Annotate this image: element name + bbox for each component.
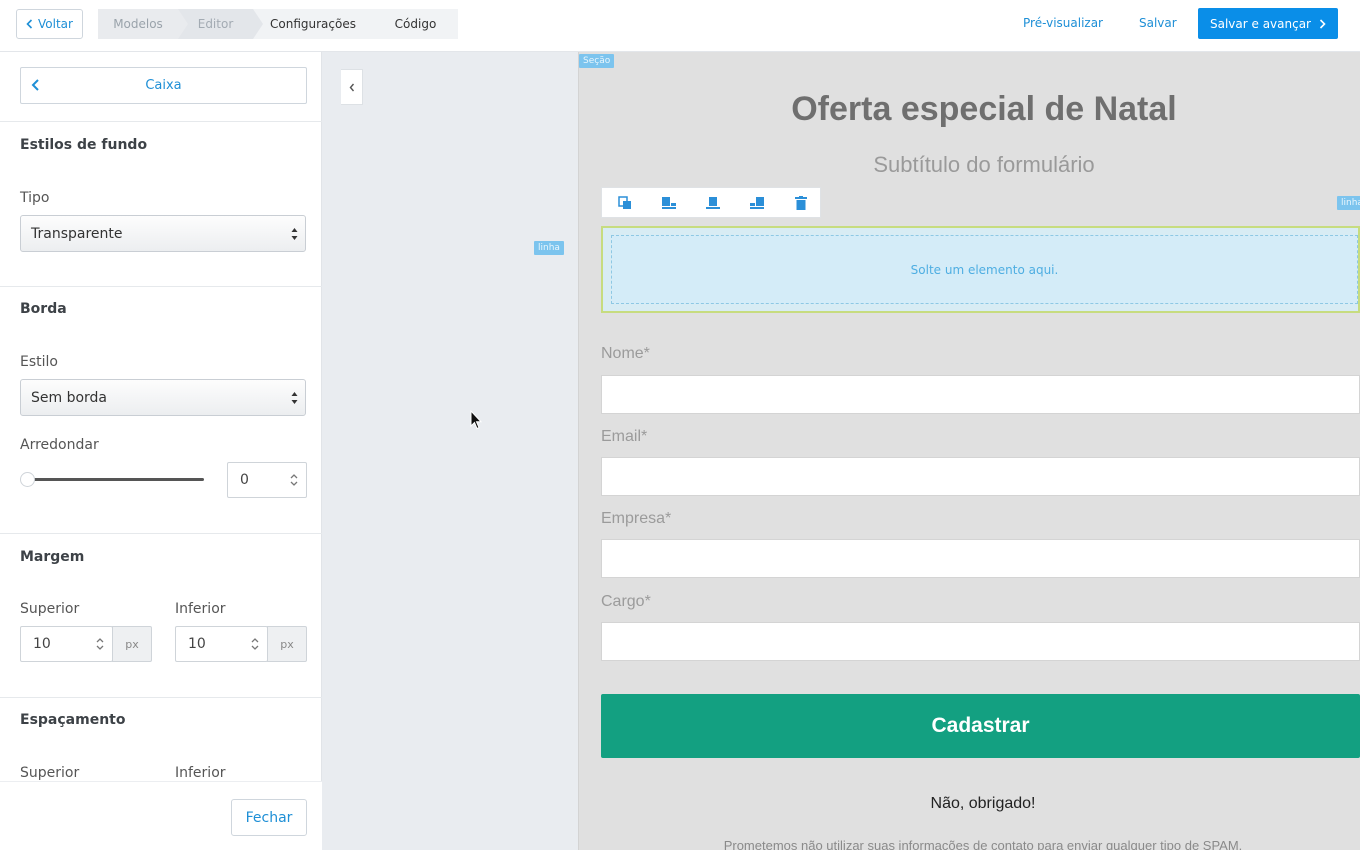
background-type-select[interactable]: Transparente [20,215,306,252]
row-tag[interactable]: linha [534,241,564,255]
step-arrow [253,9,263,39]
align-right-icon[interactable] [748,194,766,212]
back-button[interactable]: Voltar [16,9,83,39]
step-configuracoes[interactable]: Configurações [253,9,383,39]
caixa-back-button[interactable]: Caixa [20,67,307,104]
stepper-icon[interactable] [251,637,259,651]
duplicate-icon[interactable] [616,194,634,212]
drop-zone-inner[interactable]: Solte um elemento aqui. [611,235,1358,304]
sidebar-footer: Fechar [0,781,322,850]
step-label: Código [394,17,437,31]
margin-bottom-input[interactable]: 10 [175,626,268,662]
step-label: Editor [197,17,234,31]
back-button-label: Voltar [38,17,73,31]
margin-top-input[interactable]: 10 [20,626,113,662]
spacing-top-label: Superior [20,765,80,781]
form-title[interactable]: Oferta especial de Natal [579,90,1360,129]
section-divider [0,697,322,698]
section-tag[interactable]: Seção [579,54,615,68]
chevron-left-icon [26,19,33,29]
close-button[interactable]: Fechar [231,799,307,836]
margin-bottom-label: Inferior [175,601,226,617]
round-label: Arredondar [20,437,99,453]
border-section-title: Borda [20,301,67,317]
margin-bottom-value: 10 [188,636,206,652]
cargo-input[interactable] [601,622,1360,661]
empresa-input[interactable] [601,539,1360,578]
no-thanks-link[interactable]: Não, obrigado! [578,795,1360,813]
email-input[interactable] [601,457,1360,496]
drop-zone-text: Solte um elemento aqui. [910,262,1059,277]
field-label-email: Email* [601,428,648,445]
save-and-next-button[interactable]: Salvar e avançar [1198,8,1338,39]
drop-zone[interactable]: Solte um elemento aqui. [601,226,1360,313]
right-row-tag[interactable]: linha [1337,196,1360,210]
round-value: 0 [240,472,249,488]
spacing-bottom-label: Inferior [175,765,226,781]
collapse-sidebar-button[interactable] [341,69,363,105]
section-divider [0,286,322,287]
stepper-icon[interactable] [290,473,298,487]
element-toolbar [601,187,821,218]
align-center-icon[interactable] [704,194,722,212]
form-subtitle[interactable]: Subtítulo do formulário [579,152,1360,178]
round-slider-track[interactable] [28,478,204,481]
save-link[interactable]: Salvar [1139,16,1177,30]
step-arrow [178,9,188,39]
submit-button[interactable]: Cadastrar [601,694,1360,758]
select-arrows-icon [291,392,298,404]
margin-bottom-unit: px [267,626,307,662]
field-label-nome: Nome* [601,345,650,362]
nome-input[interactable] [601,375,1360,414]
step-editor[interactable]: Editor [178,9,263,39]
properties-sidebar: Caixa Estilos de fundo Tipo Transparente… [0,52,322,850]
privacy-note: Prometemos não utilizar suas informações… [723,838,1243,850]
wizard-steps: Modelos Editor Configurações Código [98,9,458,39]
step-codigo[interactable]: Código [373,9,458,39]
save-and-next-label: Salvar e avançar [1209,16,1311,31]
spacing-section-title: Espaçamento [20,712,126,728]
sidebar-header: Caixa [0,52,322,122]
chevron-left-icon [349,83,354,91]
step-label: Modelos [113,17,163,31]
margin-top-unit: px [112,626,152,662]
section-divider [0,533,322,534]
select-arrows-icon [291,228,298,240]
preview-link[interactable]: Pré-visualizar [1023,16,1103,30]
border-style-label: Estilo [20,354,58,370]
caixa-label: Caixa [145,78,182,93]
trash-icon[interactable] [792,194,810,212]
step-modelos[interactable]: Modelos [98,9,188,39]
field-label-cargo: Cargo* [601,593,651,610]
step-arrow [373,9,383,39]
background-section-title: Estilos de fundo [20,137,148,153]
background-type-value: Transparente [31,225,123,242]
step-label: Configurações [270,17,356,31]
margin-top-label: Superior [20,601,80,617]
border-style-value: Sem borda [31,389,108,406]
chevron-left-icon [31,79,39,91]
chevron-right-icon [1319,18,1326,29]
margin-section-title: Margem [20,549,85,565]
border-style-select[interactable]: Sem borda [20,379,306,416]
field-label-empresa: Empresa* [601,510,672,527]
align-left-icon[interactable] [660,194,678,212]
type-label: Tipo [20,190,50,206]
margin-top-value: 10 [33,636,51,652]
mouse-cursor-icon [470,410,482,430]
round-slider-handle[interactable] [20,472,35,487]
stepper-icon[interactable] [96,637,104,651]
round-input[interactable]: 0 [227,462,307,498]
top-bar: Voltar Modelos Editor Configurações Códi… [0,0,1360,52]
